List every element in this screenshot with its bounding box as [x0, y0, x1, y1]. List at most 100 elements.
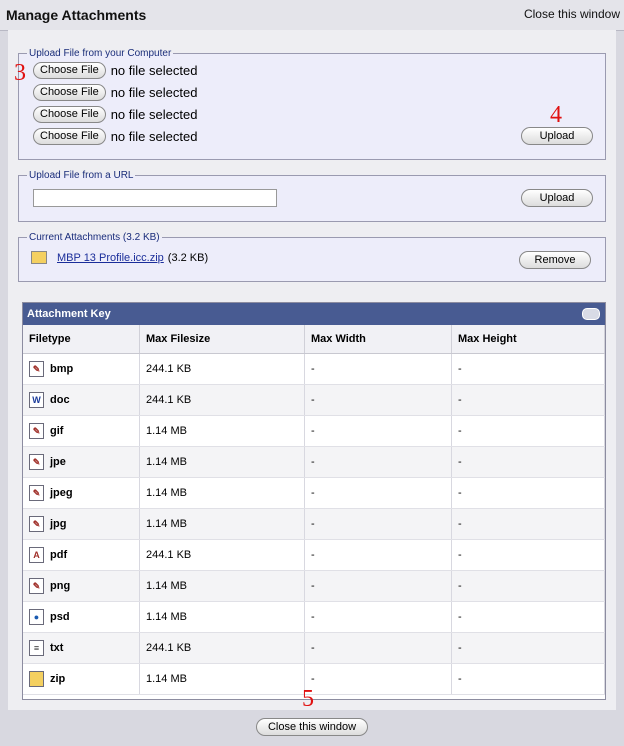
file-row: Choose File no file selected	[33, 127, 197, 145]
max-width-cell: -	[304, 601, 452, 633]
close-window-link[interactable]: Close this window	[524, 7, 620, 21]
filetype-cell: ✎ jpeg	[23, 477, 140, 509]
filetype: ✎ jpeg	[29, 485, 133, 501]
filetype: ✎ gif	[29, 423, 133, 439]
table-row: ≡ txt 244.1 KB - -	[23, 632, 605, 664]
annotation-3: 3	[14, 60, 26, 86]
attachment-key-panel: Attachment Key Filetype Max Filesize Max…	[22, 302, 606, 700]
filetype-label: gif	[50, 425, 64, 437]
max-height-cell: -	[451, 508, 605, 540]
table-row: ✎ bmp 244.1 KB - -	[23, 353, 605, 385]
zip-folder-icon	[31, 251, 47, 264]
max-size-cell: 1.14 MB	[139, 570, 305, 602]
max-width-cell: -	[304, 570, 452, 602]
image-icon: ✎	[29, 516, 44, 532]
max-height-cell: -	[451, 632, 605, 664]
filetype-label: psd	[50, 611, 70, 623]
filetype-cell: ✎ gif	[23, 415, 140, 447]
upload-url-legend: Upload File from a URL	[29, 170, 134, 181]
max-size-cell: 1.14 MB	[139, 446, 305, 478]
table-row: ● psd 1.14 MB - -	[23, 601, 605, 633]
attachment-size: (3.2 KB)	[167, 251, 209, 264]
attachment-key-title: Attachment Key	[27, 308, 111, 320]
table-row: ✎ jpg 1.14 MB - -	[23, 508, 605, 540]
filetype: ● psd	[29, 609, 133, 625]
column-header: Filetype	[23, 325, 140, 354]
upload-url-fieldset: Upload File from a URL Upload	[18, 170, 606, 222]
filetype: ✎ jpe	[29, 454, 133, 470]
filetype: ≡ txt	[29, 640, 133, 656]
file-status: no file selected	[110, 106, 198, 122]
photoshop-icon: ●	[29, 609, 44, 625]
choose-file-button[interactable]: Choose File	[33, 61, 106, 79]
filetype-cell: Wdoc	[23, 384, 140, 416]
table-row: ✎ jpeg 1.14 MB - -	[23, 477, 605, 509]
file-row: Choose File no file selected	[33, 83, 197, 101]
attachment-key-header: Attachment Key	[23, 303, 605, 325]
max-width-cell: -	[304, 632, 452, 664]
filetype-cell: ≡ txt	[23, 632, 140, 664]
image-icon: ✎	[29, 423, 44, 439]
annotation-5: 5	[302, 686, 314, 712]
title-bar: Manage Attachments Close this window	[0, 0, 624, 31]
max-size-cell: 244.1 KB	[139, 632, 305, 664]
filetype-cell: zip	[23, 663, 140, 695]
max-width-cell: -	[304, 663, 452, 695]
table-row: Wdoc 244.1 KB - -	[23, 384, 605, 416]
close-window-button[interactable]: Close this window	[256, 718, 368, 736]
text-file-icon: ≡	[29, 640, 44, 656]
current-attachments-legend: Current Attachments (3.2 KB)	[29, 232, 160, 243]
upload-computer-legend: Upload File from your Computer	[29, 48, 172, 59]
filetype-cell: ● psd	[23, 601, 140, 633]
word-doc-icon: W	[29, 392, 44, 408]
max-width-cell: -	[304, 384, 452, 416]
filetype-label: pdf	[50, 549, 68, 561]
max-width-cell: -	[304, 539, 452, 571]
max-size-cell: 1.14 MB	[139, 477, 305, 509]
max-height-cell: -	[451, 663, 605, 695]
filetype-label: jpg	[50, 518, 67, 530]
max-height-cell: -	[451, 539, 605, 571]
choose-file-button[interactable]: Choose File	[33, 105, 106, 123]
table-row: ✎ png 1.14 MB - -	[23, 570, 605, 602]
image-icon: ✎	[29, 578, 44, 594]
filetype: Apdf	[29, 547, 133, 563]
max-size-cell: 1.14 MB	[139, 508, 305, 540]
zip-folder-icon	[29, 671, 44, 687]
filetype: Wdoc	[29, 392, 133, 408]
upload-url-button[interactable]: Upload	[521, 189, 593, 207]
file-row: Choose File no file selected	[33, 105, 197, 123]
attachment-key-table: Filetype Max Filesize Max Width Max Heig…	[23, 325, 605, 695]
content-panel: Upload File from your Computer Choose Fi…	[8, 30, 616, 712]
max-height-cell: -	[451, 570, 605, 602]
filetype-cell: ✎ jpe	[23, 446, 140, 478]
max-size-cell: 1.14 MB	[139, 663, 305, 695]
max-height-cell: -	[451, 384, 605, 416]
filetype-cell: ✎ jpg	[23, 508, 140, 540]
filetype: ✎ jpg	[29, 516, 133, 532]
column-header: Max Filesize	[139, 325, 305, 354]
column-header: Max Height	[451, 325, 605, 354]
url-input[interactable]	[33, 189, 277, 207]
attachment-link[interactable]: MBP 13 Profile.icc.zip	[57, 252, 164, 264]
file-row: Choose File no file selected	[33, 61, 197, 79]
filetype-label: txt	[50, 642, 64, 654]
filetype-label: jpe	[50, 456, 66, 468]
table-header-row: Filetype Max Filesize Max Width Max Heig…	[23, 325, 605, 354]
filetype-cell: ✎ png	[23, 570, 140, 602]
choose-file-button[interactable]: Choose File	[33, 127, 106, 145]
filetype: ✎ png	[29, 578, 133, 594]
attachment-item: MBP 13 Profile.icc.zip (3.2 KB)	[31, 251, 208, 264]
filetype-label: bmp	[50, 363, 74, 375]
filetype-cell: Apdf	[23, 539, 140, 571]
upload-computer-button[interactable]: Upload	[521, 127, 593, 145]
collapse-icon[interactable]	[582, 308, 600, 320]
remove-attachment-button[interactable]: Remove	[519, 251, 591, 269]
upload-computer-fieldset: Upload File from your Computer Choose Fi…	[18, 48, 606, 160]
max-size-cell: 1.14 MB	[139, 601, 305, 633]
table-row: ✎ gif 1.14 MB - -	[23, 415, 605, 447]
filetype-label: jpeg	[50, 487, 73, 499]
annotation-4: 4	[550, 102, 562, 128]
choose-file-button[interactable]: Choose File	[33, 83, 106, 101]
image-icon: ✎	[29, 361, 44, 377]
